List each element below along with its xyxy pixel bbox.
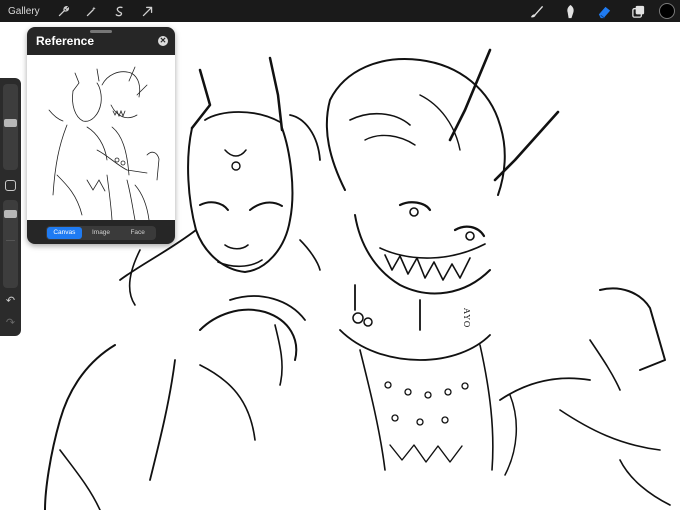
magic-wand-icon — [86, 6, 96, 16]
tab-face[interactable]: Face — [120, 227, 155, 239]
panel-title: Reference — [36, 34, 95, 48]
color-picker-button[interactable] — [659, 3, 675, 19]
tab-image[interactable]: Image — [84, 227, 119, 239]
modify-button[interactable] — [5, 180, 16, 191]
brush-size-thumb[interactable] — [4, 119, 17, 128]
selection-button[interactable] — [111, 2, 129, 20]
brush-button[interactable] — [526, 1, 546, 21]
reference-panel[interactable]: Reference ✕ Canvas Image Face — [27, 27, 175, 244]
gallery-button[interactable]: Gallery — [8, 6, 40, 17]
reference-thumbnail — [27, 55, 175, 220]
reference-tabs: Canvas Image Face — [46, 226, 156, 240]
actions-button[interactable] — [55, 2, 73, 20]
left-sidebar: ↶ ↷ — [0, 78, 21, 336]
opacity-thumb[interactable] — [4, 209, 17, 218]
transform-button[interactable] — [139, 2, 157, 20]
brush-size-slider[interactable] — [3, 84, 18, 170]
redo-button[interactable]: ↷ — [4, 316, 17, 329]
smudge-icon — [566, 4, 574, 18]
eraser-icon — [598, 6, 610, 18]
slider-divider — [6, 240, 15, 241]
adjustments-button[interactable] — [83, 2, 101, 20]
layers-button[interactable] — [628, 1, 648, 21]
opacity-slider[interactable] — [3, 200, 18, 288]
selection-icon — [115, 6, 123, 16]
eraser-button[interactable] — [594, 1, 614, 21]
undo-button[interactable]: ↶ — [4, 294, 17, 307]
panel-grab-handle[interactable] — [90, 30, 112, 33]
top-toolbar: Gallery — [0, 0, 680, 22]
transform-arrow-icon — [142, 6, 153, 16]
wrench-icon — [58, 5, 70, 16]
close-button[interactable]: ✕ — [158, 36, 168, 46]
close-icon: ✕ — [159, 36, 167, 45]
tab-canvas[interactable]: Canvas — [47, 227, 82, 239]
right-tool-group — [519, 0, 680, 22]
brush-icon — [530, 5, 543, 17]
signature: AYO — [462, 308, 471, 329]
redo-arrow-icon: ↷ — [5, 316, 16, 329]
undo-arrow-icon: ↶ — [5, 294, 16, 307]
smudge-button[interactable] — [560, 1, 580, 21]
layers-icon — [631, 5, 644, 18]
